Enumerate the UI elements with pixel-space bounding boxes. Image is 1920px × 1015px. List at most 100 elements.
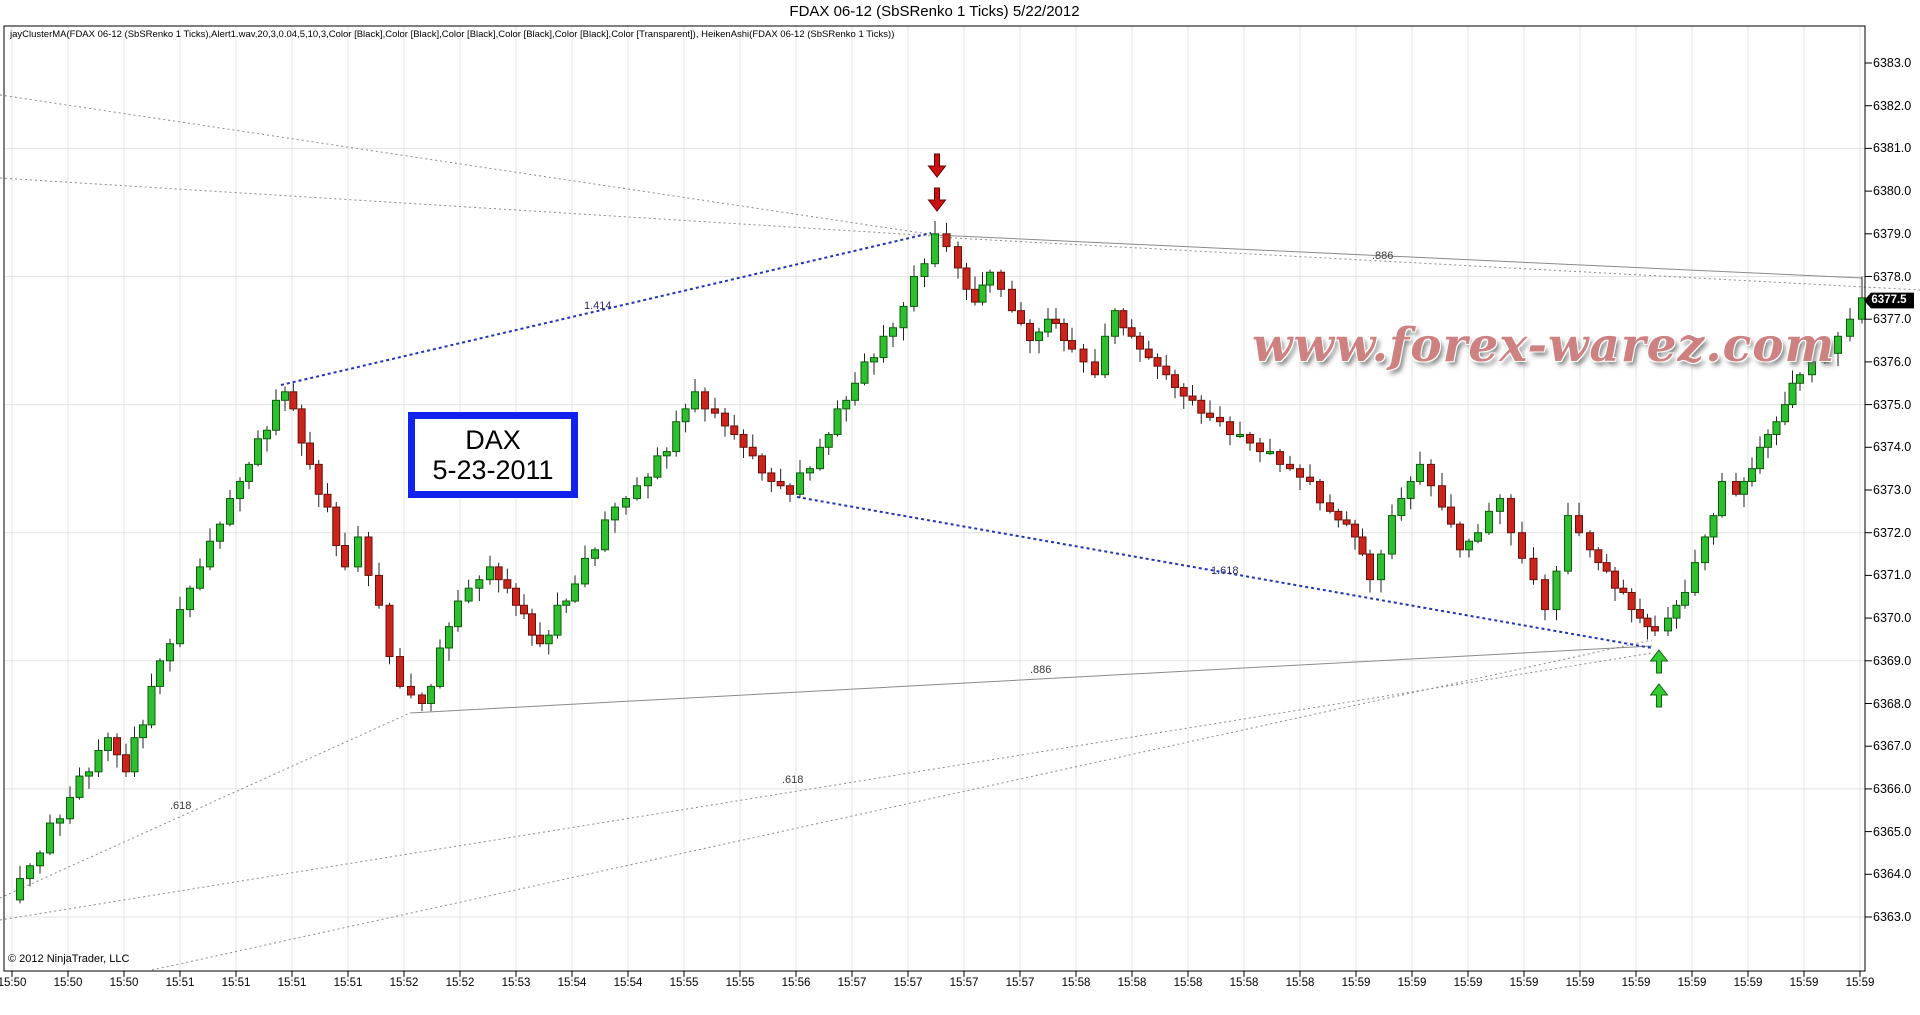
candle-up	[1692, 563, 1699, 593]
candle-down	[307, 443, 314, 464]
candle-down	[722, 413, 729, 426]
candle-up	[692, 392, 699, 409]
candle-down	[1145, 349, 1152, 358]
x-axis-label: 15:58	[1230, 977, 1259, 989]
y-axis-label: 6366.0	[1873, 782, 1911, 796]
candle-up	[1673, 605, 1680, 618]
x-axis-label: 15:58	[1286, 977, 1315, 989]
candle-up	[67, 797, 74, 818]
candle-up	[563, 601, 570, 605]
candle-down	[759, 456, 766, 473]
candle-up	[572, 584, 579, 601]
candle-up	[900, 306, 907, 327]
annotation-line1: DAX	[465, 425, 521, 455]
candle-up	[987, 272, 994, 285]
candle-down	[1120, 311, 1127, 328]
candle-down	[1297, 469, 1304, 478]
candle-up	[47, 823, 54, 853]
candle-down	[1457, 524, 1464, 550]
candle-down	[1603, 563, 1610, 572]
candle-up	[1486, 511, 1493, 532]
candle-down	[1576, 516, 1583, 533]
x-axis-label: 15:54	[558, 977, 587, 989]
candle-up	[1475, 533, 1482, 542]
candle-up	[197, 567, 204, 588]
trendline-lower-886-solid[interactable]	[410, 646, 1652, 713]
trendline-upper-886-solid[interactable]	[935, 235, 1862, 278]
candle-up	[592, 550, 599, 559]
candle-down	[1637, 610, 1644, 619]
candle-up	[932, 234, 939, 264]
trendline-lower-fan-steep[interactable]	[152, 640, 1652, 970]
candle-down	[298, 409, 305, 443]
candle-up	[27, 866, 34, 879]
candle-down	[955, 247, 962, 268]
candle-down	[495, 567, 502, 580]
x-axis-label: 15:59	[1454, 977, 1483, 989]
candle-up	[1267, 452, 1274, 454]
candle-down	[749, 447, 756, 456]
candle-down	[1009, 289, 1016, 310]
dax-annotation-box[interactable]: DAX 5-23-2011	[408, 412, 578, 498]
candle-down	[1163, 366, 1170, 375]
candle-up	[1466, 541, 1473, 550]
candle-up	[37, 853, 44, 866]
candle-down	[1128, 328, 1135, 337]
x-axis-label: 15:59	[1622, 977, 1651, 989]
buy-signal-arrow	[1651, 684, 1668, 707]
x-axis-label: 15:50	[110, 977, 139, 989]
candle-down	[1080, 349, 1087, 362]
trendline-upper-fan-2[interactable]	[0, 178, 935, 236]
trendline-upper-fan-1[interactable]	[0, 95, 935, 235]
candle-up	[673, 422, 680, 452]
candle-up	[1665, 618, 1672, 631]
candle-down	[529, 614, 536, 635]
x-axis-label: 15:59	[1342, 977, 1371, 989]
x-axis-label: 15:55	[726, 977, 755, 989]
candle-up	[227, 499, 234, 525]
y-axis-label: 6373.0	[1873, 483, 1911, 497]
candle-up	[237, 481, 244, 498]
x-axis-label: 15:59	[1566, 977, 1595, 989]
candle-up	[1757, 447, 1764, 468]
candle-down	[1092, 362, 1099, 375]
candle-up	[602, 520, 609, 550]
candle-up	[1702, 537, 1709, 563]
x-axis-label: 15:59	[1734, 977, 1763, 989]
candle-up	[890, 328, 897, 337]
candle-up	[17, 879, 24, 900]
fib-ratio-label: 1.618	[1211, 565, 1239, 577]
candle-down	[1061, 323, 1068, 340]
x-axis-label: 15:55	[670, 977, 699, 989]
x-axis-label: 15:59	[1790, 977, 1819, 989]
x-axis-label: 15:53	[502, 977, 531, 989]
buy-signal-arrow	[1651, 650, 1668, 673]
candle-down	[1277, 452, 1284, 465]
candle-up	[446, 627, 453, 648]
candle-down	[315, 464, 322, 494]
candle-up	[217, 524, 224, 541]
candle-down	[1542, 580, 1549, 610]
candle-up	[95, 750, 102, 771]
candle-down	[1352, 524, 1359, 537]
candle-down	[1207, 413, 1214, 417]
candle-up	[1765, 434, 1772, 447]
candle-down	[1343, 520, 1350, 524]
y-axis-label: 6381.0	[1873, 141, 1911, 155]
candle-down	[365, 537, 372, 575]
candle-up	[86, 772, 93, 776]
candle-down	[1335, 511, 1342, 520]
candle-down	[1733, 481, 1740, 494]
candle-down	[1189, 396, 1196, 400]
candle-up	[612, 507, 619, 520]
candle-up	[1237, 434, 1244, 436]
candle-up	[264, 430, 271, 439]
x-axis-label: 15:51	[222, 977, 251, 989]
candle-up	[645, 477, 652, 486]
candle-up	[1859, 298, 1866, 319]
chart-canvas[interactable]	[0, 0, 1920, 1015]
candle-down	[1053, 319, 1060, 323]
fib-ratio-label: .886	[1372, 250, 1393, 262]
trendline-upper-886-dotted[interactable]	[935, 237, 1920, 290]
x-axis-label: 15:52	[446, 977, 475, 989]
